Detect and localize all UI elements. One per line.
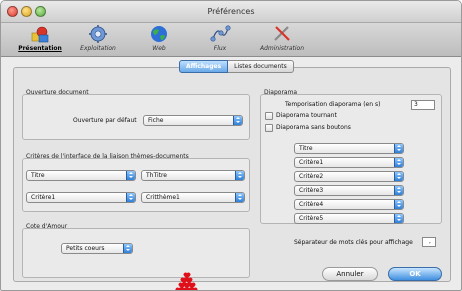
criteres-value-4: Critthème1 [146, 194, 180, 201]
temporisation-label: Temporisation diaporama (en s) [285, 101, 381, 108]
diaporama-popup-2[interactable]: Critère1 [294, 157, 404, 168]
criteres-popup-4[interactable]: Critthème1 [141, 192, 245, 203]
cote-group: Cote d'Amour Petits coeurs [22, 223, 250, 290]
diaporama-popup-3[interactable]: Critère2 [294, 171, 404, 182]
diaporama-popup-1[interactable]: Titre [294, 143, 404, 154]
cote-popup[interactable]: Petits coeurs [61, 243, 133, 254]
ouverture-value: Fiche [148, 117, 164, 124]
diaporama-sans-boutons-checkbox[interactable] [265, 124, 273, 132]
cote-value: Petits coeurs [66, 245, 105, 252]
ouverture-title: Ouverture document [26, 89, 89, 96]
temporisation-field[interactable]: 3 [411, 100, 435, 110]
diaporama-popup-4[interactable]: Critère3 [294, 185, 404, 196]
separateur-field[interactable]: , [422, 237, 436, 247]
popup-arrow-icon [394, 144, 403, 153]
toolbar-label: Flux [213, 45, 227, 52]
diaporama-tournant-checkbox[interactable] [265, 112, 273, 120]
tab-bar: Affichages Listes documents [179, 60, 294, 73]
diaporama-value-1: Titre [299, 145, 313, 152]
criteres-popup-3[interactable]: Critère1 [26, 192, 136, 203]
toolbar-label: Administration [259, 45, 304, 52]
globe-icon [151, 26, 167, 42]
exploitation-icon [89, 25, 107, 43]
popup-arrow-icon [235, 193, 244, 202]
diaporama-value-3: Critère2 [299, 173, 324, 180]
diaporama-title: Diaporama [264, 89, 298, 96]
ouverture-group: Ouverture document Ouverture par défaut … [22, 89, 250, 140]
separateur-label: Séparateur de mots clés pour affichage [294, 239, 413, 246]
popup-arrow-icon [394, 158, 403, 167]
toolbar-item-administration[interactable]: Administration [247, 24, 317, 56]
tab-affichages[interactable]: Affichages [179, 60, 229, 73]
toolbar-item-flux[interactable]: Flux [185, 24, 255, 56]
administration-icon [274, 26, 290, 41]
cote-title: Cote d'Amour [26, 223, 68, 230]
hearts-preview-icon [175, 272, 199, 290]
popup-arrow-icon [123, 244, 132, 253]
toolbar-label: Web [152, 45, 166, 52]
popup-arrow-icon [126, 193, 135, 202]
toolbar: Présentation Exploitation Web Flux Admin… [1, 23, 461, 57]
criteres-popup-1[interactable]: Titre [26, 170, 136, 181]
diaporama-popup-6[interactable]: Critère5 [294, 213, 404, 224]
criteres-group: Critères de l'interface de la liaison th… [22, 153, 250, 212]
window-title: Préférences [207, 7, 255, 16]
tab-content: Ouverture document Ouverture par défaut … [13, 67, 451, 290]
criteres-title: Critères de l'interface de la liaison th… [26, 153, 189, 160]
popup-arrow-icon [233, 116, 242, 125]
ouverture-label: Ouverture par défaut [73, 117, 137, 124]
diaporama-tournant-label: Diaporama tournant [276, 112, 337, 119]
criteres-value-3: Critère1 [31, 194, 56, 201]
toolbar-item-exploitation[interactable]: Exploitation [63, 24, 133, 56]
criteres-value-1: Titre [31, 172, 45, 179]
popup-arrow-icon [394, 200, 403, 209]
popup-arrow-icon [235, 171, 244, 180]
popup-arrow-icon [394, 172, 403, 181]
diaporama-group: Diaporama Temporisation diaporama (en s)… [260, 89, 442, 224]
diaporama-popup-5[interactable]: Critère4 [294, 199, 404, 210]
flux-icon [210, 25, 231, 42]
ouverture-popup[interactable]: Fiche [143, 115, 243, 126]
ok-button[interactable]: OK [388, 267, 442, 281]
tab-listes-documents[interactable]: Listes documents [228, 60, 294, 73]
cancel-button[interactable]: Annuler [322, 267, 378, 281]
diaporama-value-4: Critère3 [299, 187, 324, 194]
diaporama-sans-boutons-label: Diaporama sans boutons [276, 124, 351, 131]
popup-arrow-icon [394, 214, 403, 223]
title-bar: Préférences [1, 1, 461, 23]
popup-arrow-icon [126, 171, 135, 180]
toolbar-item-web[interactable]: Web [124, 24, 194, 56]
presentation-icon [31, 26, 49, 43]
diaporama-value-6: Critère5 [299, 215, 324, 222]
criteres-popup-2[interactable]: ThTitre [141, 170, 245, 181]
preferences-window: Préférences Présentation Exploitation We… [0, 0, 462, 291]
toolbar-label: Exploitation [80, 45, 116, 52]
diaporama-value-5: Critère4 [299, 201, 324, 208]
diaporama-value-2: Critère1 [299, 159, 324, 166]
popup-arrow-icon [394, 186, 403, 195]
criteres-value-2: ThTitre [146, 172, 167, 179]
